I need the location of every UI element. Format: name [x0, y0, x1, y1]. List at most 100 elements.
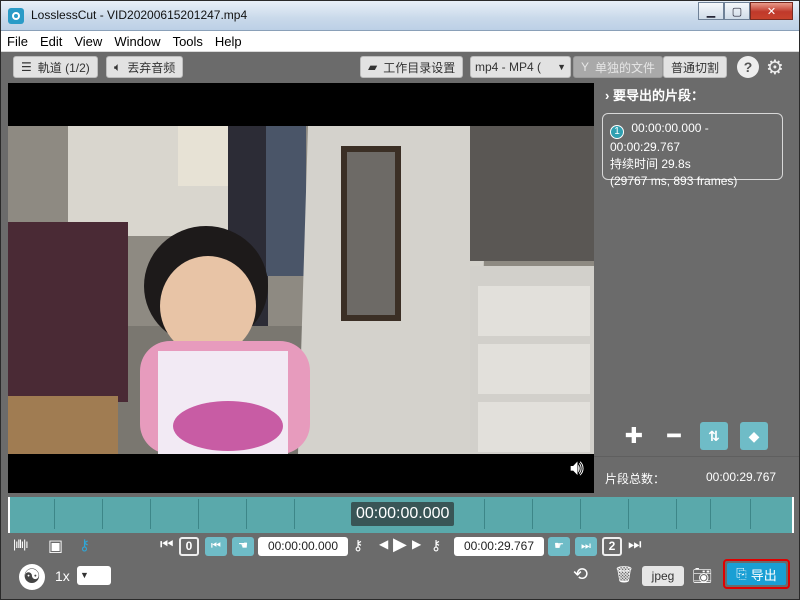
list-icon: ☰	[21, 60, 32, 74]
segments-header: › 要导出的片段：	[605, 85, 704, 104]
app-window: LosslessCut - VID20200615201247.mp4 ▁ ▢ …	[0, 0, 800, 600]
close-button[interactable]: ✕	[750, 2, 793, 20]
waveform-icon[interactable]: |ıllı|ı	[13, 537, 29, 551]
title-bar: LosslessCut - VID20200615201247.mp4 ▁ ▢ …	[1, 1, 799, 31]
volume-icon[interactable]: 🔊︎	[570, 455, 584, 481]
segment-range: 00:00:00.000 - 00:00:29.767	[610, 121, 709, 154]
tag-segment-button[interactable]: ◆	[740, 422, 768, 450]
working-directory-button[interactable]: ▰ 工作目录设置	[360, 56, 464, 78]
bottom-bar: ☯ 1x ▼ ⟲ 🗑︎ jpeg 📷︎ ⎘ 导出	[1, 559, 799, 599]
sort-numeric-icon: ⇅	[708, 427, 720, 444]
speed-select[interactable]: ▼	[77, 566, 111, 585]
maximize-button[interactable]: ▢	[724, 2, 750, 20]
image-thumbnails-icon[interactable]: ▣	[48, 536, 63, 556]
timeline-tick	[102, 499, 103, 529]
timeline-tick	[150, 499, 151, 529]
set-start-here-button[interactable]: ☚	[232, 537, 254, 556]
separate-files-label: 单独的文件	[595, 60, 656, 75]
playback-controls: |ıllı|ı ▣ ⚷ ⏮ 0 ⏮ ☚ 00:00:00.000 ⚷ ◀ ▶ ▶…	[1, 534, 799, 558]
timeline-tick	[580, 499, 581, 529]
timeline-tick	[750, 499, 751, 529]
add-segment-button[interactable]: ✚	[620, 422, 648, 450]
set-cut-start-button[interactable]: ⏮	[205, 537, 227, 556]
segment-actions: ✚ ━ ⇅ ◆	[620, 422, 780, 450]
timeline-tick	[710, 499, 711, 529]
set-end-here-button[interactable]: ☛	[548, 537, 570, 556]
timeline-tick	[294, 499, 295, 529]
playback-speed: 1x	[55, 568, 70, 584]
end-badge[interactable]: 2	[602, 537, 622, 556]
start-badge[interactable]: 0	[179, 537, 199, 556]
timeline-tick	[676, 499, 677, 529]
timeline-tick	[54, 499, 55, 529]
menu-tools[interactable]: Tools	[173, 34, 203, 49]
key-start-icon[interactable]: ⚷	[353, 537, 363, 554]
segments-header-label: 要导出的片段：	[612, 88, 704, 103]
export-label: 导出	[750, 567, 777, 583]
camera-icon[interactable]: 📷︎	[692, 566, 712, 586]
output-format-select[interactable]: mp4 - MP4 ( ▼	[470, 56, 571, 78]
key-icon[interactable]: ⚷	[79, 536, 90, 554]
jump-end-icon[interactable]: ⏭	[628, 536, 642, 553]
tracks-button[interactable]: ☰ 軌道 (1/2)	[13, 56, 98, 78]
cut-start-time-input[interactable]: 00:00:00.000	[258, 537, 348, 556]
speaker-icon: 🔈︎	[114, 59, 122, 74]
folder-icon: ▰	[368, 60, 378, 74]
cut-end-time-input[interactable]: 00:00:29.767	[454, 537, 544, 556]
sort-segments-button[interactable]: ⇅	[700, 422, 728, 450]
step-back-icon[interactable]: ◀	[379, 537, 388, 551]
video-frame-image	[8, 126, 594, 454]
export-button[interactable]: ⎘ 导出	[723, 559, 790, 589]
separate-files-button[interactable]: Y 单独的文件	[573, 56, 664, 78]
export-file-icon: ⎘	[736, 566, 747, 581]
discard-audio-button[interactable]: 🔈︎ 丟弃音频	[106, 56, 184, 78]
yin-yang-icon[interactable]: ☯	[19, 564, 45, 590]
key-end-icon[interactable]: ⚷	[431, 537, 441, 554]
plus-icon: ✚	[624, 423, 644, 448]
chevron-down-icon: ▼	[80, 570, 89, 580]
window-controls: ▁ ▢ ✕	[698, 2, 793, 20]
export-button-inner: ⎘ 导出	[727, 563, 786, 585]
minimize-button[interactable]: ▁	[698, 2, 724, 20]
menu-view[interactable]: View	[74, 34, 102, 49]
skip-end-icon: ⏭	[581, 540, 591, 552]
window-title: LosslessCut - VID20200615201247.mp4	[31, 8, 248, 22]
play-icon[interactable]: ▶	[393, 534, 407, 555]
chevron-down-icon: ▼	[557, 62, 566, 72]
timeline[interactable]: 00:00:00.000	[8, 497, 794, 533]
remove-segment-button[interactable]: ━	[660, 422, 688, 450]
cut-mode-button[interactable]: 普通切割	[663, 56, 728, 78]
chevron-right-icon[interactable]: ›	[605, 88, 609, 103]
timeline-tick	[628, 499, 629, 529]
hand-icon: ☚	[238, 540, 248, 552]
tag-icon: ◆	[748, 427, 760, 444]
segment-detail: (29767 ms, 893 frames)	[610, 174, 738, 188]
capture-format-button[interactable]: jpeg	[642, 566, 684, 586]
menu-edit[interactable]: Edit	[40, 34, 62, 49]
set-cut-end-button[interactable]: ⏭	[575, 537, 597, 556]
menu-window[interactable]: Window	[114, 34, 160, 49]
trash-icon[interactable]: 🗑︎	[614, 565, 634, 585]
segment-range-row: 1 00:00:00.000 - 00:00:29.767	[610, 120, 775, 156]
menu-help[interactable]: Help	[215, 34, 242, 49]
segment-card[interactable]: 1 00:00:00.000 - 00:00:29.767 持续时间 29.8s…	[602, 113, 783, 188]
settings-gear-icon[interactable]: ⚙	[766, 55, 784, 80]
menu-file[interactable]: File	[7, 34, 28, 49]
help-icon[interactable]: ?	[737, 56, 759, 78]
toolbar: ☰ 軌道 (1/2) 🔈︎ 丟弃音频 ▰ 工作目录设置 mp4 - MP4 ( …	[1, 53, 799, 81]
hand-right-icon: ☛	[554, 540, 564, 552]
jump-start-icon[interactable]: ⏮	[160, 536, 174, 553]
video-player[interactable]: 🔊︎	[8, 83, 594, 493]
segments-divider	[594, 456, 799, 457]
tracks-label: 軌道 (1/2)	[37, 60, 90, 75]
timeline-tick	[532, 499, 533, 529]
segments-total-value: 00:00:29.767	[706, 470, 777, 484]
output-format-value: mp4 - MP4 (	[475, 60, 542, 74]
discard-audio-label: 丟弃音频	[127, 60, 176, 75]
timeline-tick	[484, 499, 485, 529]
segment-duration: 持续时间 29.8s	[610, 157, 691, 171]
rotate-icon[interactable]: ⟲	[573, 564, 588, 585]
skip-start-icon: ⏮	[211, 540, 221, 552]
timeline-tick	[246, 499, 247, 529]
step-forward-icon[interactable]: ▶	[412, 537, 421, 551]
